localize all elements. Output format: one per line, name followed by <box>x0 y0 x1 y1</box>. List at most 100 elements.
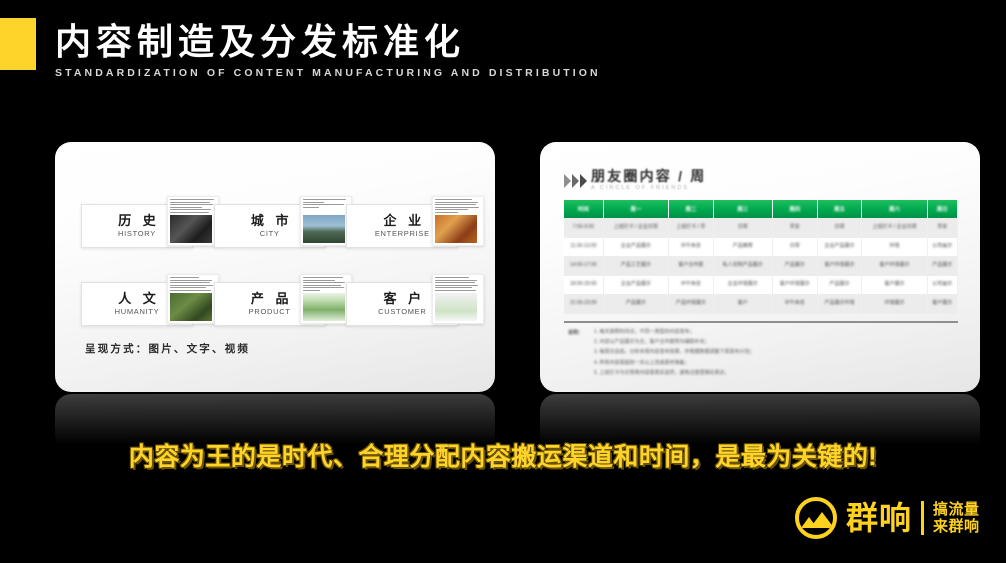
topic-item-humanity[interactable]: 人 文 HUMANITY <box>81 274 219 326</box>
topic-label-en: ENTERPRISE <box>374 229 430 238</box>
cell-value: 上班打卡 / 企业日常 <box>872 223 917 230</box>
table-cell: 企业产品展示 <box>603 237 669 257</box>
table-head: 时间 周一 周二 周三 周四 周五 周六 周日 <box>564 200 959 218</box>
sheet-title-group: 朋友圈内容 / 周 A CIRCLE OF FRIENDS <box>591 168 706 192</box>
topic-label-cn: 客 户 <box>383 291 426 306</box>
table-cell: 企业环境展示 <box>713 275 773 295</box>
thumbnail-image <box>435 293 478 321</box>
title-group: 内容制造及分发标准化 STANDARDIZATION OF CONTENT MA… <box>55 20 601 80</box>
table-col-header: 周日 <box>927 200 959 218</box>
col-label: 周一 <box>630 207 642 213</box>
topic-label-cn: 人 文 <box>118 291 160 306</box>
note-text: 4. 所有内容需提前一天以上完成素材准备； <box>594 359 690 366</box>
cell-value: 公司展示 <box>932 243 953 249</box>
table-cell: 上班打卡 / 企业日常 <box>861 218 928 238</box>
col-label: 周六 <box>889 207 901 213</box>
table-col-header: 周三 <box>713 200 773 218</box>
left-card-shell: 历 史 HISTORY 城 市 CITY 企 业 ENTERPRISE 人 文 … <box>55 142 495 452</box>
table-cell: 产品展示 <box>603 294 669 314</box>
table-body: 7:00-9:00 上班打卡 / 企业日常 上班打卡 / 早 日常 早安 日常 … <box>564 218 959 314</box>
table-cell: 产品展示环境 <box>817 294 863 314</box>
col-label: 周三 <box>737 207 749 213</box>
note-line: 5. 上班打卡与日常类内容需真实自然，避免过度营销化表达。 <box>568 370 958 377</box>
page-title: 内容制造及分发标准化 <box>55 21 466 62</box>
table-cell: 14:00-17:00 <box>564 256 604 276</box>
table-cell: 产品工艺展示 <box>603 256 669 276</box>
slogan-line-1: 搞流量 <box>933 501 980 518</box>
table-cell: 客户展示 <box>861 275 928 295</box>
table-col-header: 周五 <box>817 200 863 218</box>
slide-header: 内容制造及分发标准化 STANDARDIZATION OF CONTENT MA… <box>0 0 1006 110</box>
note-line: 2. 内容以产品展示为主，客户合作案例为辅助补充； <box>568 339 958 346</box>
table-header-row: 时间 周一 周二 周三 周四 周五 周六 周日 <box>564 200 959 218</box>
presentation-format-note: 呈现方式：图片、文字、视频 <box>85 344 251 355</box>
cell-value: 客户环境展示 <box>879 262 910 268</box>
sheet-header: 朋友圈内容 / 周 A CIRCLE OF FRIENDS <box>564 162 958 192</box>
thumbnail-image <box>170 215 212 243</box>
table-cell: 上班打卡 / 早 <box>668 218 714 238</box>
cell-value: 客户展示 <box>884 281 905 287</box>
topic-item-city[interactable]: 城 市 CITY <box>213 196 352 248</box>
table-cell: 客户 <box>713 294 773 314</box>
topic-item-enterprise[interactable]: 企 业 ENTERPRISE <box>346 196 485 248</box>
table-row: 7:00-9:00 上班打卡 / 企业日常 上班打卡 / 早 日常 早安 日常 … <box>564 218 959 238</box>
table-cell: 客户合作案 <box>668 256 714 276</box>
cell-value: 日常 <box>737 223 748 230</box>
table-cell: 公司展示 <box>927 237 959 257</box>
topic-item-history[interactable]: 历 史 HISTORY <box>81 196 219 248</box>
cell-value: 11:30-13:00 <box>570 243 597 249</box>
thumbnail-text-lines <box>302 277 349 294</box>
topic-label-cn: 城 市 <box>250 213 293 228</box>
topic-label-en: PRODUCT <box>248 307 291 316</box>
page-subtitle: STANDARDIZATION OF CONTENT MANUFACTURING… <box>55 67 601 79</box>
table-cell: 客户环境展示 <box>817 256 863 276</box>
topic-item-product[interactable]: 产 品 PRODUCT <box>213 274 352 326</box>
cell-value: 客户 <box>737 300 748 306</box>
cell-value: 中午休息 <box>784 300 805 306</box>
topic-label-en: HISTORY <box>118 229 156 238</box>
table-cell: 早安 <box>772 218 818 238</box>
topic-thumbnail <box>167 274 219 324</box>
cell-value: 产品展示 <box>932 262 953 268</box>
topic-item-customer[interactable]: 客 户 CUSTOMER <box>346 274 485 326</box>
thumbnail-image <box>302 293 345 321</box>
note-text: 2. 内容以产品展示为主，客户合作案例为辅助补充； <box>594 338 710 345</box>
cell-value: 产品展示 <box>829 281 850 287</box>
table-cell: 产品展示 <box>927 256 959 276</box>
cell-value: 产品环境展示 <box>675 300 706 306</box>
topic-label-cn: 产 品 <box>250 291 293 306</box>
table-cell: 公司展示 <box>927 275 959 295</box>
sheet-subtitle: A CIRCLE OF FRIENDS <box>591 185 689 191</box>
cell-value: 产品推荐 <box>732 243 753 249</box>
col-label: 周日 <box>936 207 948 213</box>
cell-value: 公司展示 <box>932 281 953 287</box>
table-col-header: 周四 <box>772 200 818 218</box>
notes-label-spacer <box>568 339 594 346</box>
cell-value: 客户合作案 <box>678 262 704 268</box>
table-cell: 上班打卡 / 企业日常 <box>603 218 669 238</box>
topic-label-cn: 企 业 <box>383 213 426 228</box>
table-cell: 企业产品展示 <box>817 237 863 257</box>
cell-value: 企业产品展示 <box>620 243 651 249</box>
double-chevron-icon <box>564 174 587 188</box>
notes-label-spacer <box>568 360 594 367</box>
cell-value: 21:00-23:00 <box>570 300 597 306</box>
table-cell: 企业产品展示 <box>603 275 669 295</box>
highlight-caption: 内容为王的是时代、合理分配内容搬运渠道和时间，是最为关键的! <box>128 443 878 471</box>
table-cell: 中午休息 <box>668 275 714 295</box>
table-col-header: 周一 <box>603 200 669 218</box>
table-cell: 中午休息 <box>668 237 714 257</box>
col-label: 时间 <box>577 207 589 213</box>
table-cell: 环境展示 <box>861 294 928 314</box>
right-card-shell: 朋友圈内容 / 周 A CIRCLE OF FRIENDS 时间 周一 周二 周… <box>540 142 980 452</box>
topic-label-en: HUMANITY <box>114 307 160 316</box>
table-cell: 21:00-23:00 <box>564 294 604 314</box>
cell-value: 客户环境展示 <box>779 281 810 287</box>
thumbnail-text-lines <box>435 199 481 216</box>
notes-label: 说明： <box>568 329 584 336</box>
cell-value: 中午休息 <box>680 281 701 287</box>
cell-value: 企业产品展示 <box>620 281 651 287</box>
cell-value: 14:00-17:00 <box>570 262 597 268</box>
cell-value: 早安 <box>789 223 800 230</box>
table-cell: 日常 <box>772 237 818 257</box>
